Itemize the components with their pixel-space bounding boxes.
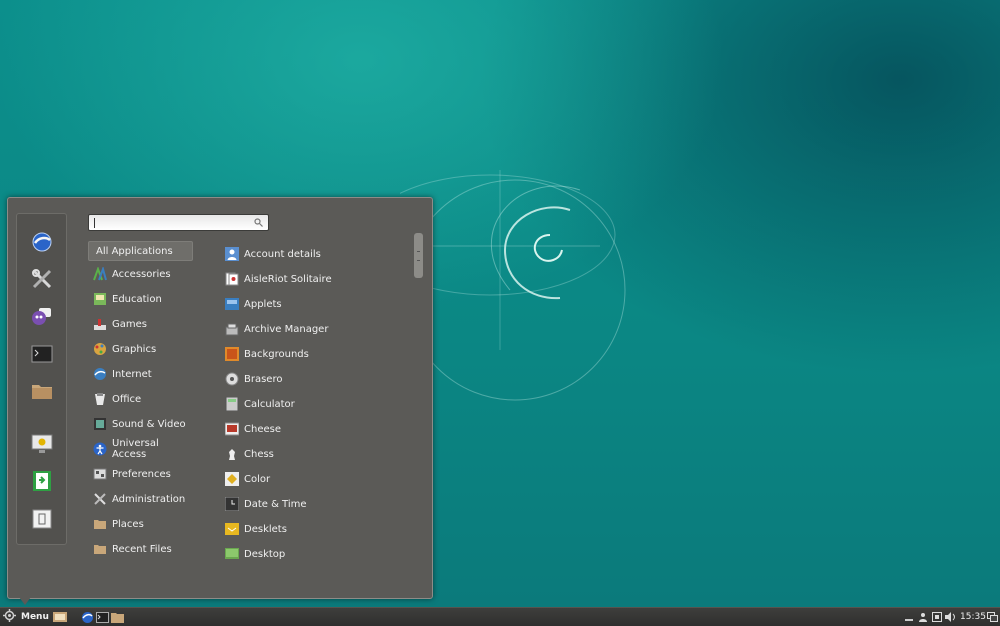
clock[interactable]: 15:35: [960, 609, 986, 625]
category-internet[interactable]: Internet: [88, 364, 193, 384]
category-education[interactable]: Education: [88, 289, 193, 309]
brasero-icon: [225, 372, 239, 386]
menu-button-label: Menu: [21, 612, 49, 622]
app-desklets[interactable]: Desklets: [225, 519, 405, 539]
app-backgrounds[interactable]: Backgrounds: [225, 344, 405, 364]
calculator-icon: [225, 397, 239, 411]
cheese-icon: [225, 422, 239, 436]
color-icon: [225, 472, 239, 486]
app-archive-manager[interactable]: Archive Manager: [225, 319, 405, 339]
debian-swirl-wallpaper: [400, 170, 626, 401]
application-menu: All Applications Accessories Education G…: [7, 197, 433, 599]
lock-screen-icon[interactable]: [29, 431, 55, 457]
tray-volume-icon[interactable]: [945, 609, 957, 625]
launcher-files-icon[interactable]: [111, 609, 124, 625]
category-administration[interactable]: Administration: [88, 489, 193, 509]
category-places[interactable]: Places: [88, 514, 193, 534]
favorites-sidebar: [16, 213, 67, 545]
category-accessories[interactable]: Accessories: [88, 264, 193, 284]
logout-icon[interactable]: [29, 468, 55, 494]
menu-gear-icon: [3, 609, 16, 625]
web-browser-icon[interactable]: [29, 229, 55, 255]
files-folder-icon[interactable]: [29, 378, 55, 404]
backgrounds-icon: [225, 347, 239, 361]
app-chess[interactable]: Chess: [225, 444, 405, 464]
bottom-panel: Menu 15:35: [0, 607, 1000, 626]
category-office[interactable]: Office: [88, 389, 193, 409]
launcher-web-browser-icon[interactable]: [81, 609, 94, 625]
search-icon: [254, 218, 263, 230]
universal-access-icon: [93, 442, 107, 456]
chat-icon[interactable]: [29, 303, 55, 329]
terminal-icon[interactable]: [29, 341, 55, 367]
app-applets[interactable]: Applets: [225, 294, 405, 314]
shutdown-icon[interactable]: [29, 506, 55, 532]
app-desktop[interactable]: Desktop: [225, 544, 405, 564]
category-universal-access[interactable]: Universal Access: [88, 438, 193, 460]
sound-video-icon: [93, 417, 107, 431]
search-input[interactable]: [88, 214, 269, 231]
app-calculator[interactable]: Calculator: [225, 394, 405, 414]
system-settings-icon[interactable]: [29, 266, 55, 292]
recent-files-folder-icon: [93, 542, 107, 556]
app-date-time[interactable]: Date & Time: [225, 494, 405, 514]
chess-icon: [225, 447, 239, 461]
education-icon: [93, 292, 107, 306]
app-cheese[interactable]: Cheese: [225, 419, 405, 439]
category-graphics[interactable]: Graphics: [88, 339, 193, 359]
app-brasero[interactable]: Brasero: [225, 369, 405, 389]
places-folder-icon: [93, 517, 107, 531]
category-preferences[interactable]: Preferences: [88, 464, 193, 484]
accessories-icon: [93, 267, 107, 281]
category-sound-video[interactable]: Sound & Video: [88, 414, 193, 434]
preferences-icon: [93, 467, 107, 481]
tray-workspace-icon[interactable]: [987, 609, 998, 625]
menu-button[interactable]: Menu: [3, 609, 49, 625]
app-color[interactable]: Color: [225, 469, 405, 489]
games-icon: [93, 317, 107, 331]
office-icon: [93, 392, 107, 406]
category-all-applications[interactable]: All Applications: [88, 241, 193, 261]
app-list-scrollbar[interactable]: [414, 233, 423, 278]
date-time-icon: [225, 497, 239, 511]
desktop-icon: [225, 547, 239, 561]
account-details-icon: [225, 247, 239, 261]
archive-manager-icon: [225, 322, 239, 336]
category-games[interactable]: Games: [88, 314, 193, 334]
app-account-details[interactable]: Account details: [225, 244, 405, 264]
administration-icon: [93, 492, 107, 506]
tray-user-icon[interactable]: [918, 609, 928, 625]
graphics-icon: [93, 342, 107, 356]
solitaire-icon: [225, 272, 239, 286]
launcher-terminal-icon[interactable]: [96, 609, 109, 625]
tray-network-icon[interactable]: [932, 609, 942, 625]
applets-icon: [225, 297, 239, 311]
category-recent-files[interactable]: Recent Files: [88, 539, 193, 559]
internet-icon: [93, 367, 107, 381]
app-aisleriot-solitaire[interactable]: AisleRiot Solitaire: [225, 269, 405, 289]
tray-removable-drive-icon[interactable]: [904, 609, 914, 625]
menu-pointer-arrow: [19, 597, 31, 605]
show-desktop-icon[interactable]: [53, 609, 67, 625]
desklets-icon: [225, 522, 239, 536]
